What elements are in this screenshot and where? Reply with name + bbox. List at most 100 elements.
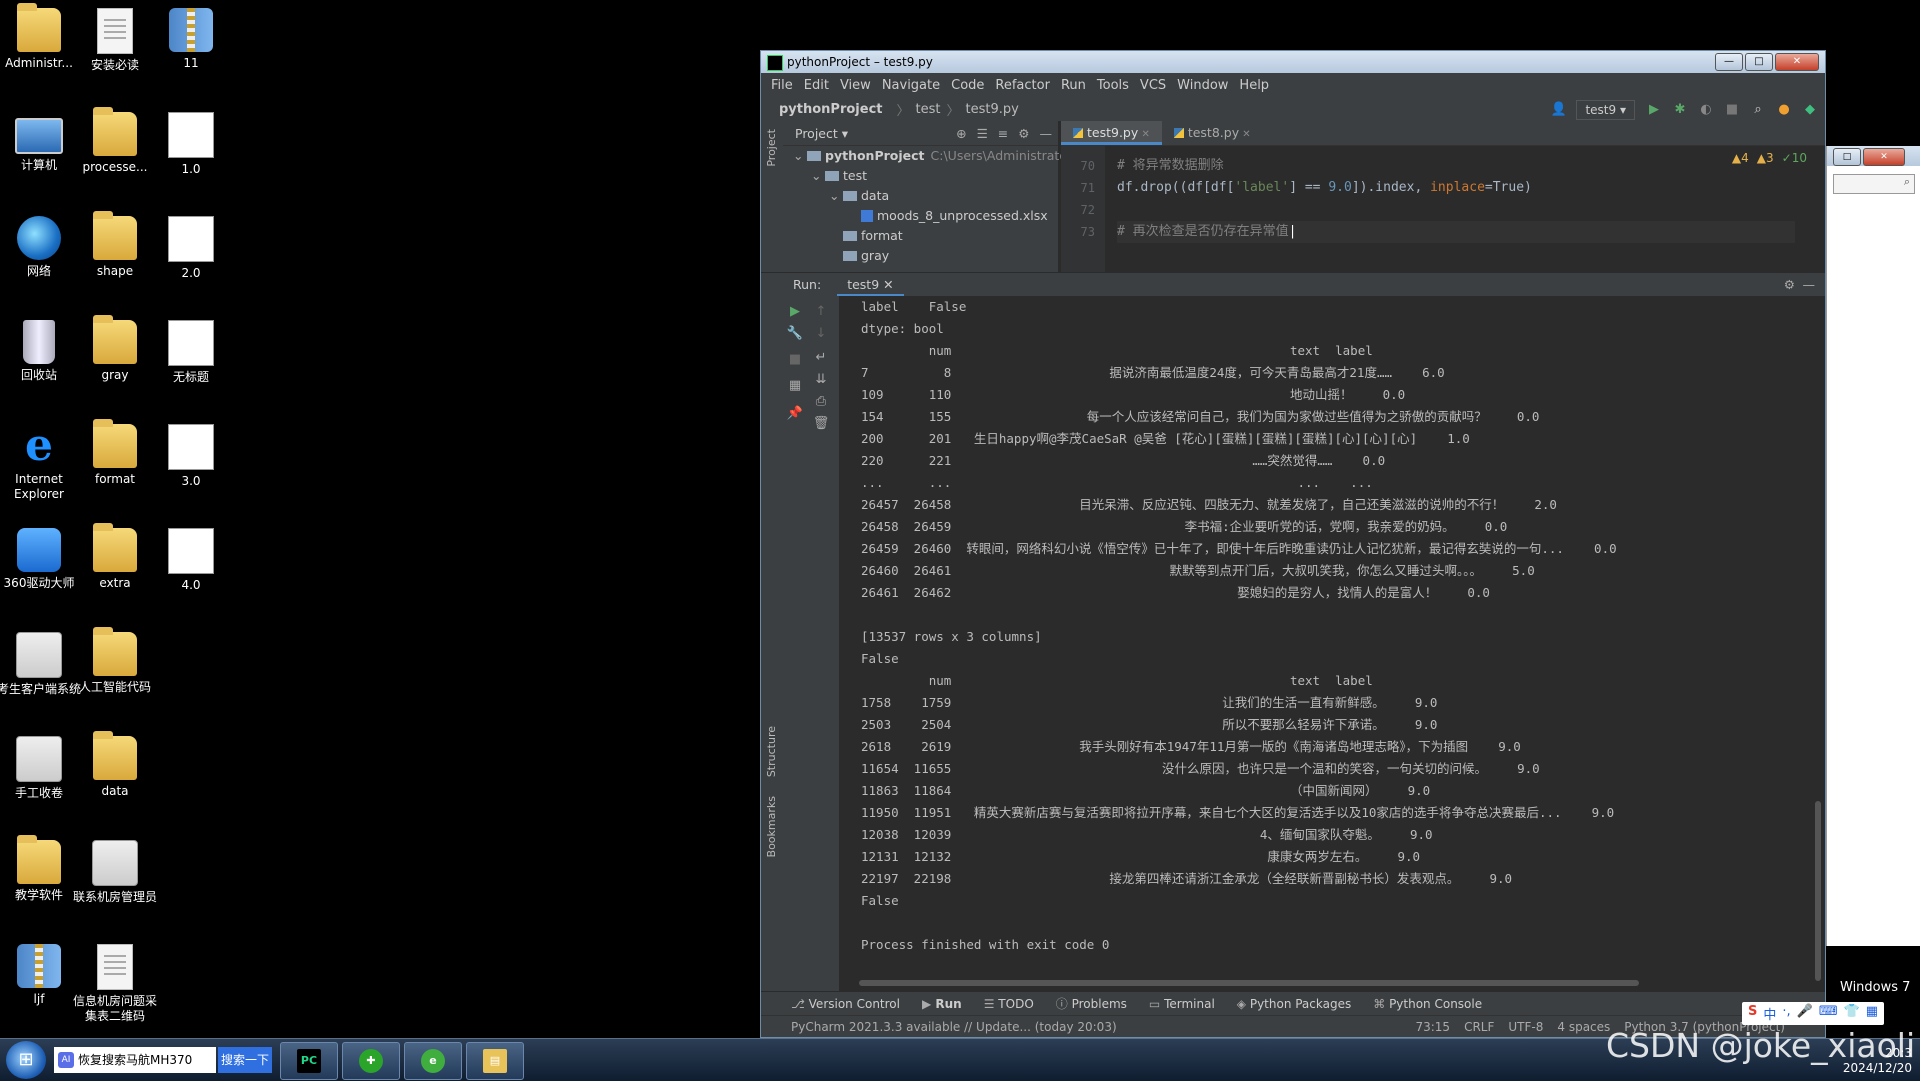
tree-item[interactable]: ⌄ test (783, 166, 1058, 186)
desktop-icon[interactable]: 无标题 (148, 320, 234, 385)
jetbrains-icon[interactable]: ◆ (1803, 103, 1817, 117)
start-button[interactable]: ⊞ (6, 1041, 46, 1079)
run-hide-icon[interactable]: — (1803, 277, 1816, 292)
file-encoding[interactable]: UTF-8 (1508, 1016, 1543, 1038)
menu-edit[interactable]: Edit (804, 78, 829, 93)
update-icon[interactable]: ● (1777, 103, 1791, 117)
code-editor[interactable]: test9.py ✕ test8.py ✕ ▲4 ▲3 ✓10 70 71 72 … (1061, 121, 1825, 272)
editor-tab[interactable]: test8.py ✕ (1162, 121, 1263, 145)
coverage-icon[interactable]: ◐ (1699, 103, 1713, 117)
scroll-down-icon[interactable]: ↓ (811, 326, 831, 341)
tool-tab-terminal[interactable]: ▭ Terminal (1149, 997, 1215, 1011)
tool-tab-python-console[interactable]: ⌘ Python Console (1373, 997, 1482, 1011)
desktop-icon[interactable]: 计算机 (0, 112, 82, 173)
caret-position[interactable]: 73:15 (1415, 1016, 1450, 1038)
microphone-icon[interactable]: 🎤 (1797, 1004, 1813, 1023)
taskbar-app-explorer[interactable]: ▤ (466, 1042, 524, 1080)
soft-wrap-icon[interactable]: ↵ (811, 350, 831, 365)
locate-icon[interactable]: ⊕ (956, 126, 966, 141)
ime-menu-icon[interactable]: ▦ (1866, 1004, 1878, 1023)
desktop-icon[interactable]: 1.0 (148, 112, 234, 177)
taskbar-app-pycharm[interactable]: PC (280, 1042, 338, 1080)
ime-toolbar[interactable]: S 中 ·, 🎤 ⌨ 👕 ▦ (1742, 1002, 1885, 1025)
line-separator[interactable]: CRLF (1464, 1016, 1494, 1038)
taskbar-search-input[interactable]: AI 恢复搜索马航MH370 (54, 1047, 216, 1073)
horizontal-scrollbar[interactable] (859, 980, 1639, 986)
pin-icon[interactable]: 📌 (785, 406, 805, 421)
desktop-icon[interactable]: 手工收卷 (0, 736, 82, 801)
stop-icon[interactable]: ■ (1725, 103, 1739, 117)
desktop-icon[interactable]: 11 (148, 8, 234, 71)
run-settings-icon[interactable]: ⚙ (1784, 277, 1795, 292)
chevron-down-icon[interactable]: ⌄ (811, 166, 825, 186)
tree-item[interactable]: format (783, 226, 1058, 246)
minimize-button[interactable]: — (1715, 53, 1743, 71)
close-tab-icon[interactable]: ✕ (1138, 129, 1149, 140)
desktop-icon[interactable]: 人工智能代码 (72, 627, 158, 695)
desktop-icon[interactable]: Administr... (0, 3, 82, 71)
desktop-icon[interactable]: processe... (72, 107, 158, 175)
gear-icon[interactable]: ⚙ (1018, 126, 1029, 141)
menu-tools[interactable]: Tools (1097, 78, 1129, 93)
taskbar-app-360-guard[interactable]: ✚ (342, 1042, 400, 1080)
skin-icon[interactable]: 👕 (1844, 1004, 1860, 1023)
project-side-tab[interactable]: Project (765, 129, 778, 167)
desktop-icon[interactable]: 回收站 (0, 320, 82, 383)
search-icon[interactable]: ⌕ (1751, 103, 1765, 117)
chevron-down-icon[interactable]: ⌄ (829, 186, 843, 206)
chevron-down-icon[interactable]: ⌄ (793, 146, 807, 166)
expand-all-icon[interactable]: ☰ (977, 126, 988, 141)
desktop-icon[interactable]: 教学软件 (0, 835, 82, 903)
desktop-icon[interactable]: gray (72, 315, 158, 383)
desktop-icon[interactable]: extra (72, 523, 158, 591)
vertical-scrollbar[interactable] (1815, 801, 1821, 981)
code-area[interactable]: # 将异常数据删除 df.drop((df[df['label'] == 9.0… (1117, 145, 1795, 243)
desktop-icon[interactable]: 2.0 (148, 216, 234, 281)
bookmarks-side-tab[interactable]: Bookmarks (765, 796, 778, 857)
desktop-icon[interactable]: 联系机房管理员 (72, 840, 158, 905)
tree-item[interactable]: moods_8_unprocessed.xlsx (783, 206, 1058, 226)
menu-help[interactable]: Help (1239, 78, 1269, 93)
editor-tab[interactable]: test9.py ✕ (1061, 121, 1162, 145)
window-titlebar[interactable]: pythonProject – test9.py — □ ✕ (761, 51, 1825, 73)
desktop-icon[interactable]: data (72, 731, 158, 799)
status-message[interactable]: PyCharm 2021.3.3 available // Update... … (791, 1020, 1117, 1034)
tool-tab-version-control[interactable]: ⎇ Version Control (791, 997, 900, 1011)
debug-icon[interactable]: ✱ (1673, 103, 1687, 117)
bg-close-button[interactable]: ✕ (1863, 148, 1905, 166)
project-panel-title[interactable]: Project (795, 126, 838, 141)
maximize-button[interactable]: □ (1745, 53, 1773, 71)
background-window[interactable]: □ ✕ ⌕ (1826, 146, 1920, 946)
desktop-icon[interactable]: 4.0 (148, 528, 234, 593)
keyboard-icon[interactable]: ⌨ (1819, 1004, 1838, 1023)
desktop-icon[interactable]: 网络 (0, 216, 82, 279)
pycharm-window[interactable]: pythonProject – test9.py — □ ✕ File Edit V… (760, 50, 1826, 1038)
desktop-icon[interactable]: 考生客户端系统 (0, 632, 82, 697)
structure-side-tab[interactable]: Structure (765, 726, 778, 777)
tool-tab-problems[interactable]: ⓘ Problems (1056, 995, 1127, 1012)
menu-file[interactable]: File (771, 78, 793, 93)
menu-vcs[interactable]: VCS (1140, 78, 1166, 93)
scroll-up-icon[interactable]: ↑ (811, 304, 831, 319)
tool-tab-python-packages[interactable]: ◈ Python Packages (1237, 997, 1351, 1011)
layout-icon[interactable]: ▦ (785, 378, 805, 393)
menu-refactor[interactable]: Refactor (995, 78, 1050, 93)
close-tab-icon[interactable]: ✕ (1239, 129, 1250, 140)
tool-tab-todo[interactable]: ☰ TODO (984, 997, 1034, 1011)
run-config-select[interactable]: test9 ▾ (1576, 100, 1635, 120)
ime-lang[interactable]: 中 (1763, 1004, 1776, 1023)
bg-search-icon[interactable]: ⌕ (1833, 174, 1915, 194)
desktop-icon[interactable]: 360驱动大师 (0, 528, 82, 591)
desktop-icon[interactable]: 信息机房问题采集表二维码 (72, 944, 158, 1024)
desktop-icon[interactable]: 3.0 (148, 424, 234, 489)
hide-icon[interactable]: — (1040, 126, 1053, 141)
desktop-icon[interactable]: shape (72, 211, 158, 279)
tool-tab-run[interactable]: ▶ Run (922, 997, 962, 1011)
sogou-icon[interactable]: S (1748, 1004, 1757, 1023)
user-icon[interactable]: 👤 (1550, 103, 1566, 117)
search-button[interactable]: 搜索一下 (218, 1047, 272, 1073)
ime-punct[interactable]: ·, (1782, 1004, 1790, 1023)
run-console[interactable]: label False dtype: bool num text label 7 8… (839, 296, 1813, 988)
breadcrumb-file[interactable]: test9.py (966, 102, 1019, 117)
bg-maximize-button[interactable]: □ (1833, 148, 1861, 166)
